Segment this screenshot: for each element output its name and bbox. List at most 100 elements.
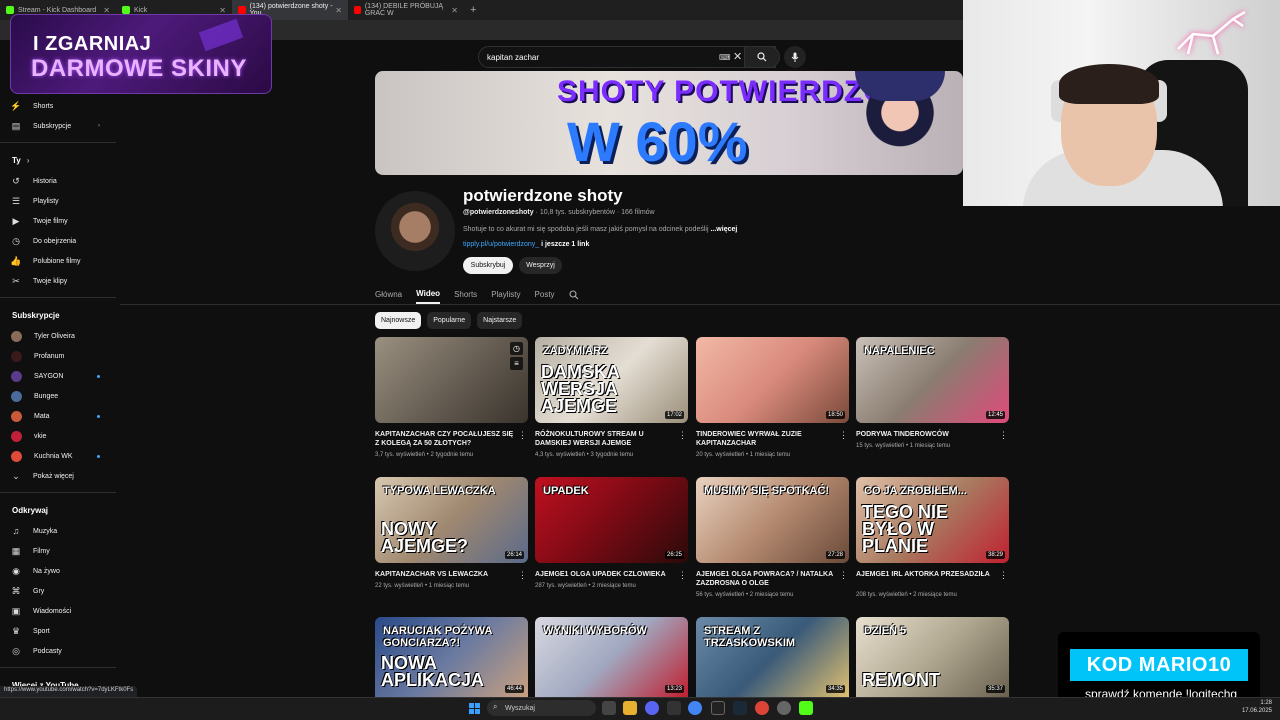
channel-tab[interactable]: Główna (375, 284, 402, 304)
video-thumbnail[interactable]: 18:50 (696, 337, 849, 423)
video-title[interactable]: KAPITANZACHAR CZY POCAŁUJESZ SIĘ Z KOLEG… (375, 430, 515, 448)
obs-icon[interactable] (711, 701, 725, 715)
sidebar-item[interactable]: 👍 Polubione filmy (0, 251, 116, 271)
video-card[interactable]: CO JA ZROBIŁEM... TEGO NIE BYŁO W PLANIE 3… (856, 477, 1009, 607)
windows-start-icon[interactable] (469, 703, 480, 714)
discord-icon[interactable] (645, 701, 659, 715)
sort-chip[interactable]: Najstarsze (477, 312, 523, 329)
voice-search-button[interactable] (784, 46, 806, 68)
video-title[interactable]: RÓŻNOKULTUROWY STREAM U DAMSKIEJ WERSJI … (535, 430, 675, 448)
video-thumbnail[interactable]: NARUCIAK POŻYWA GONCIARZA?! NOWA APLIKACJ… (375, 617, 528, 697)
more-options-icon[interactable]: ⋮ (839, 430, 848, 441)
chrome-alt-icon[interactable] (755, 701, 769, 715)
tab-close-icon[interactable]: ✕ (335, 6, 342, 15)
subscribe-button[interactable]: Subskrybuj (463, 257, 513, 274)
more-options-icon[interactable]: ⋮ (518, 430, 527, 441)
app-icon[interactable] (667, 701, 681, 715)
video-thumbnail[interactable]: DZIEŃ 5 REMONT 35:37 (856, 617, 1009, 697)
channel-tab[interactable]: Shorts (454, 284, 477, 304)
video-thumbnail[interactable]: TYPOWA LEWACZKA NOWY AJEMGE? 26:14 (375, 477, 528, 563)
new-tab-button[interactable]: + (470, 4, 476, 16)
settings-icon[interactable] (777, 701, 791, 715)
sidebar-item[interactable]: Tyler Oliveira (0, 326, 116, 346)
watch-later-icon[interactable]: ◷ (510, 342, 523, 355)
more-options-icon[interactable]: ⋮ (678, 570, 687, 581)
video-card[interactable]: 18:50 TINDEROWIEC WYRWAŁ ZUZIE KAPITANZAC… (696, 337, 849, 467)
sidebar-item[interactable]: ▣ Wiadomości (0, 601, 116, 621)
sort-chip[interactable]: Najnowsze (375, 312, 422, 329)
video-title[interactable]: KAPITANZACHAR VS LEWACZKA (375, 570, 515, 579)
more-options-icon[interactable]: ⋮ (678, 430, 687, 441)
channel-search-icon[interactable] (569, 287, 579, 305)
add-to-queue-icon[interactable]: ≡ (510, 357, 523, 370)
search-button[interactable] (744, 46, 780, 68)
more-options-icon[interactable]: ⋮ (999, 430, 1008, 441)
more-options-icon[interactable]: ⋮ (839, 570, 848, 581)
sidebar-item[interactable]: SAYGON (0, 366, 116, 386)
description-more-link[interactable]: ...więcej (710, 226, 737, 233)
task-view-icon[interactable] (602, 701, 616, 715)
sidebar-item[interactable]: ▶ Twoje filmy (0, 211, 116, 231)
sidebar-item[interactable]: Bungee (0, 386, 116, 406)
video-title[interactable]: AJEMGE1 OLGA POWRACA? / NATALKA ZAZDROSN… (696, 570, 836, 588)
video-title[interactable]: PODRYWA TINDEROWCÓW (856, 430, 996, 439)
sidebar-item[interactable]: ◉ Na żywo (0, 561, 116, 581)
video-thumbnail[interactable]: ◷ ≡ (375, 337, 528, 423)
sidebar-item[interactable]: ↺ Historia (0, 171, 116, 191)
sidebar-item[interactable]: ✂ Twoje klipy (0, 271, 116, 291)
video-title[interactable]: AJEMGE1 OLGA UPADEK CZLOWIEKA (535, 570, 675, 579)
video-card[interactable]: WYNIKI WYBORÓW 13:23 (535, 617, 688, 697)
video-card[interactable]: NAPALENIEC 12:45 PODRYWA TINDEROWCÓW 15 tys… (856, 337, 1009, 467)
video-card[interactable]: ◷ ≡ KAPITANZACHAR CZY POCAŁUJESZ SIĘ Z KOL… (375, 337, 528, 467)
video-thumbnail[interactable]: CO JA ZROBIŁEM... TEGO NIE BYŁO W PLANIE 3… (856, 477, 1009, 563)
chrome-icon[interactable] (688, 701, 702, 715)
more-options-icon[interactable]: ⋮ (518, 570, 527, 581)
channel-tab[interactable]: Playlisty (491, 284, 520, 304)
tab-close-icon[interactable]: ✕ (451, 6, 458, 15)
browser-tab[interactable]: (134) DEBILE PRÓBUJĄ GRAĆ W ✕ (348, 0, 464, 20)
file-explorer-icon[interactable] (623, 701, 637, 715)
sidebar-item[interactable]: Mata (0, 406, 116, 426)
video-thumbnail[interactable]: ZADYMIARZ DAMSKA WERSJA AJEMGE 17:02 (535, 337, 688, 423)
sidebar-item[interactable]: vkie (0, 426, 116, 446)
channel-tab[interactable]: Posty (535, 284, 555, 304)
support-button[interactable]: Wesprzyj (519, 257, 562, 274)
steam-icon[interactable] (733, 701, 747, 715)
video-title[interactable]: AJEMGE1 IRL AKTORKA PRZESADZIŁA (856, 570, 996, 579)
keyboard-icon[interactable]: ⌨ (719, 53, 731, 62)
taskbar-search[interactable]: Wyszukaj (487, 700, 596, 716)
channel-tab[interactable]: Wideo (416, 284, 441, 304)
video-title[interactable]: TINDEROWIEC WYRWAŁ ZUZIE KAPITANZACHAR (696, 430, 836, 448)
video-card[interactable]: UPADEK 26:25 AJEMGE1 OLGA UPADEK CZLOWIEKA… (535, 477, 688, 607)
sidebar-item[interactable]: Kuchnia WK (0, 446, 116, 466)
more-options-icon[interactable]: ⋮ (999, 570, 1008, 581)
channel-links[interactable]: tipply.pl/u/potwierdzony_ i jeszcze 1 li… (463, 241, 589, 248)
channel-description[interactable]: Shotuje to co akurat mi się spodoba jeśl… (463, 226, 737, 233)
video-thumbnail[interactable]: NAPALENIEC 12:45 (856, 337, 1009, 423)
video-card[interactable]: MUSIMY SIĘ SPOTKAĆ! 27:28 AJEMGE1 OLGA POW… (696, 477, 849, 607)
kick-icon[interactable] (799, 701, 813, 715)
sidebar-item[interactable]: ◷ Do obejrzenia (0, 231, 116, 251)
sidebar-item[interactable]: ♫ Muzyka (0, 521, 116, 541)
sidebar-item[interactable]: Profanum (0, 346, 116, 366)
video-thumbnail[interactable]: MUSIMY SIĘ SPOTKAĆ! 27:28 (696, 477, 849, 563)
show-more-button[interactable]: ⌄ Pokaż więcej (0, 466, 116, 486)
channel-link[interactable]: tipply.pl/u/potwierdzony_ (463, 241, 539, 248)
sidebar-item[interactable]: ⚡ Shorts (0, 96, 116, 116)
video-card[interactable]: NARUCIAK POŻYWA GONCIARZA?! NOWA APLIKACJ… (375, 617, 528, 697)
sidebar-section-you[interactable]: Ty › (0, 149, 116, 171)
sidebar-item[interactable]: ☰ Playlisty (0, 191, 116, 211)
sidebar-item[interactable]: ⌘ Gry (0, 581, 116, 601)
video-thumbnail[interactable]: WYNIKI WYBORÓW 13:23 (535, 617, 688, 697)
channel-more-links[interactable]: i jeszcze 1 link (539, 241, 589, 248)
video-card[interactable]: TYPOWA LEWACZKA NOWY AJEMGE? 26:14 KAPITANZ… (375, 477, 528, 607)
video-thumbnail[interactable]: UPADEK 26:25 (535, 477, 688, 563)
sidebar-item[interactable]: ▤ Subskrypcje › (0, 116, 116, 136)
clear-search-icon[interactable]: ✕ (733, 50, 742, 63)
channel-avatar[interactable] (375, 191, 455, 271)
sidebar-item[interactable]: ▦ Filmy (0, 541, 116, 561)
video-card[interactable]: ZADYMIARZ DAMSKA WERSJA AJEMGE 17:02 RÓŻNOK… (535, 337, 688, 467)
search-input[interactable]: kapitan zachar (478, 46, 776, 68)
sidebar-item[interactable]: ♛ Sport (0, 621, 116, 641)
video-card[interactable]: STREAM Z TRZASKOWSKIM 34:35 (696, 617, 849, 697)
